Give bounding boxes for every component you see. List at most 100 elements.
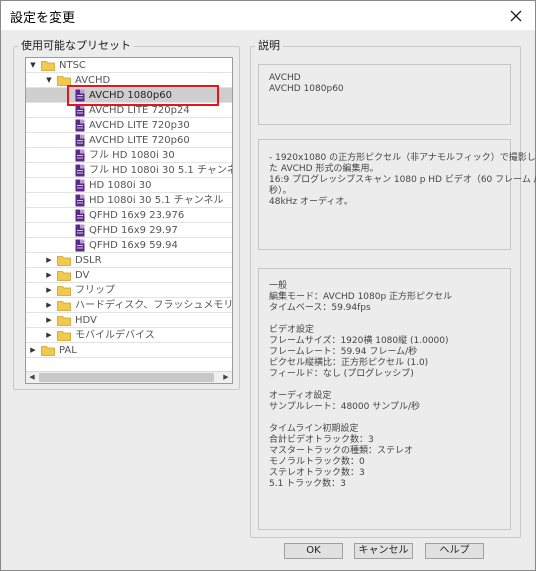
preset-file-icon	[75, 209, 85, 222]
description-line: サンプルレート：48000 サンプル/秒	[269, 402, 420, 412]
folder-icon	[57, 315, 71, 326]
description-line: 16:9 プログレッシブスキャン 1080 p HD ビデオ（60 フレーム /	[269, 175, 536, 185]
description-line: 48kHz オーディオ。	[269, 197, 353, 207]
description-line: ビデオ設定	[269, 325, 315, 335]
tree-item-label: QFHD 16x9 59.94	[89, 240, 178, 251]
tree-item-label: ハードディスク、フラッシュメモリビデオ ...	[75, 300, 233, 311]
scroll-right-icon[interactable]: ▶	[220, 372, 232, 383]
tree-preset-row[interactable]: QFHD 16x9 29.97	[26, 223, 232, 238]
preset-details-box: 一般 編集モード：AVCHD 1080p 正方形ピクセル タイムベース：59.9…	[258, 268, 511, 530]
tree-folder-row[interactable]: ▶ DSLR	[26, 253, 232, 268]
close-button[interactable]	[501, 1, 531, 30]
description-line: - 1920x1080 の正方形ピクセル（非アナモルフィック）で撮影し	[269, 153, 536, 163]
preset-file-icon	[75, 149, 85, 162]
description-line: オーディオ設定	[269, 391, 332, 401]
description-line: モノラルトラック数：0	[269, 457, 365, 467]
tree-item-label: PAL	[59, 345, 77, 356]
description-line: AVCHD	[269, 73, 301, 83]
selection-highlight-box	[67, 85, 219, 106]
description-line: フレームレート：59.94 フレーム/秒	[269, 347, 418, 357]
description-line	[269, 314, 510, 325]
description-line: フレームサイズ：1920横 1080縦 (1.0000)	[269, 336, 449, 346]
folder-icon	[57, 255, 71, 266]
expand-arrow-icon[interactable]: ▶	[45, 256, 53, 264]
tree-item-label: DSLR	[75, 255, 102, 266]
tree-folder-row[interactable]: ▶ モバイルデバイス	[26, 328, 232, 343]
tree-item-label: モバイルデバイス	[75, 330, 155, 341]
cancel-button[interactable]: キャンセル	[354, 543, 413, 559]
tree-folder-row[interactable]: ▶ DV	[26, 268, 232, 283]
tree-item-label: DV	[75, 270, 90, 281]
description-line: タイムライン初期設定	[269, 424, 359, 434]
tree-folder-row[interactable]: ▶ HDV	[26, 313, 232, 328]
expand-arrow-icon[interactable]: ▶	[45, 301, 53, 309]
tree-item-label: HD 1080i 30	[89, 180, 152, 191]
expand-arrow-icon[interactable]: ▶	[29, 346, 37, 354]
tree-item-label: NTSC	[59, 60, 86, 71]
preset-file-icon	[75, 194, 85, 207]
tree-folder-row[interactable]: ▶ ハードディスク、フラッシュメモリビデオ ...	[26, 298, 232, 313]
tree-item-label: QFHD 16x9 29.97	[89, 225, 178, 236]
tree-preset-row[interactable]: AVCHD LITE 720p60	[26, 133, 232, 148]
tree-item-label: HD 1080i 30 5.1 チャンネル	[89, 195, 224, 206]
tree-preset-row[interactable]: HD 1080i 30 5.1 チャンネル	[26, 193, 232, 208]
preset-file-icon	[75, 164, 85, 177]
tree-folder-row[interactable]: ▼ NTSC	[26, 58, 232, 73]
tree-preset-row[interactable]: AVCHD LITE 720p30	[26, 118, 232, 133]
tree-preset-row[interactable]: フル HD 1080i 30	[26, 148, 232, 163]
tree-preset-row[interactable]: HD 1080i 30	[26, 178, 232, 193]
tree-item-label: AVCHD LITE 720p60	[89, 135, 190, 146]
preset-name-box: AVCHD AVCHD 1080p60	[258, 64, 511, 125]
scroll-thumb[interactable]	[39, 373, 214, 382]
folder-icon	[57, 285, 71, 296]
description-line: 編集モード：AVCHD 1080p 正方形ピクセル	[269, 292, 453, 302]
preset-file-icon	[75, 119, 85, 132]
tree-folder-row[interactable]: ▶ フリップ	[26, 283, 232, 298]
description-line: ピクセル縦横比：正方形ピクセル (1.0)	[269, 358, 429, 368]
tree-item-label: QFHD 16x9 23.976	[89, 210, 185, 221]
collapse-arrow-icon[interactable]: ▼	[29, 61, 37, 69]
horizontal-scrollbar[interactable]: ◀ ▶	[26, 371, 232, 383]
tree-item-label: フル HD 1080i 30 5.1 チャンネル	[89, 165, 233, 176]
tree-item-label: フリップ	[75, 285, 115, 296]
collapse-arrow-icon[interactable]: ▼	[45, 76, 53, 84]
description-line: 合計ビデオトラック数：3	[269, 435, 374, 445]
description-line	[269, 413, 510, 424]
description-line: ステレオトラック数：3	[269, 468, 365, 478]
tree-preset-row[interactable]: QFHD 16x9 23.976	[26, 208, 232, 223]
scroll-left-icon[interactable]: ◀	[26, 372, 38, 383]
expand-arrow-icon[interactable]: ▶	[45, 271, 53, 279]
description-line: 秒）。	[269, 186, 292, 196]
preset-file-icon	[75, 239, 85, 252]
tree-preset-row[interactable]: フル HD 1080i 30 5.1 チャンネル	[26, 163, 232, 178]
preset-file-icon	[75, 224, 85, 237]
preset-summary-box: - 1920x1080 の正方形ピクセル（非アナモルフィック）で撮影した AVC…	[258, 139, 536, 250]
folder-icon	[57, 270, 71, 281]
preset-file-icon	[75, 134, 85, 147]
tree-item-label: フル HD 1080i 30	[89, 150, 175, 161]
description-line: タイムベース：59.94fps	[269, 303, 371, 313]
description-line: マスタートラックの種類：ステレオ	[269, 446, 414, 456]
expand-arrow-icon[interactable]: ▶	[45, 331, 53, 339]
folder-icon	[41, 345, 55, 356]
folder-icon	[57, 300, 71, 311]
description-line: た AVCHD 形式の編集用。	[269, 164, 379, 174]
preset-tree[interactable]: ▶ PAL ▶ モバイルデバイス ▶ HDV ▶ ハードディスク、フラッシュメモリビデオ ..…	[25, 57, 233, 384]
tree-preset-row[interactable]: QFHD 16x9 59.94	[26, 238, 232, 253]
folder-icon	[57, 330, 71, 341]
tree-folder-row[interactable]: ▶ PAL	[26, 343, 232, 358]
expand-arrow-icon[interactable]: ▶	[45, 286, 53, 294]
description-line: 5.1 トラック数：3	[269, 479, 346, 489]
description-line	[269, 380, 510, 391]
window-title: 設定を変更	[10, 11, 76, 26]
help-button[interactable]: ヘルプ	[425, 543, 484, 559]
close-icon	[510, 10, 522, 21]
description-group-label: 説明	[255, 39, 283, 53]
folder-icon	[41, 60, 55, 71]
presets-group-label: 使用可能なプリセット	[18, 39, 134, 53]
tree-item-label: HDV	[75, 315, 97, 326]
description-line: フィールド：なし (プログレッシブ)	[269, 369, 414, 379]
ok-button[interactable]: OK	[284, 543, 343, 559]
expand-arrow-icon[interactable]: ▶	[45, 316, 53, 324]
title-bar: 設定を変更	[1, 1, 535, 30]
